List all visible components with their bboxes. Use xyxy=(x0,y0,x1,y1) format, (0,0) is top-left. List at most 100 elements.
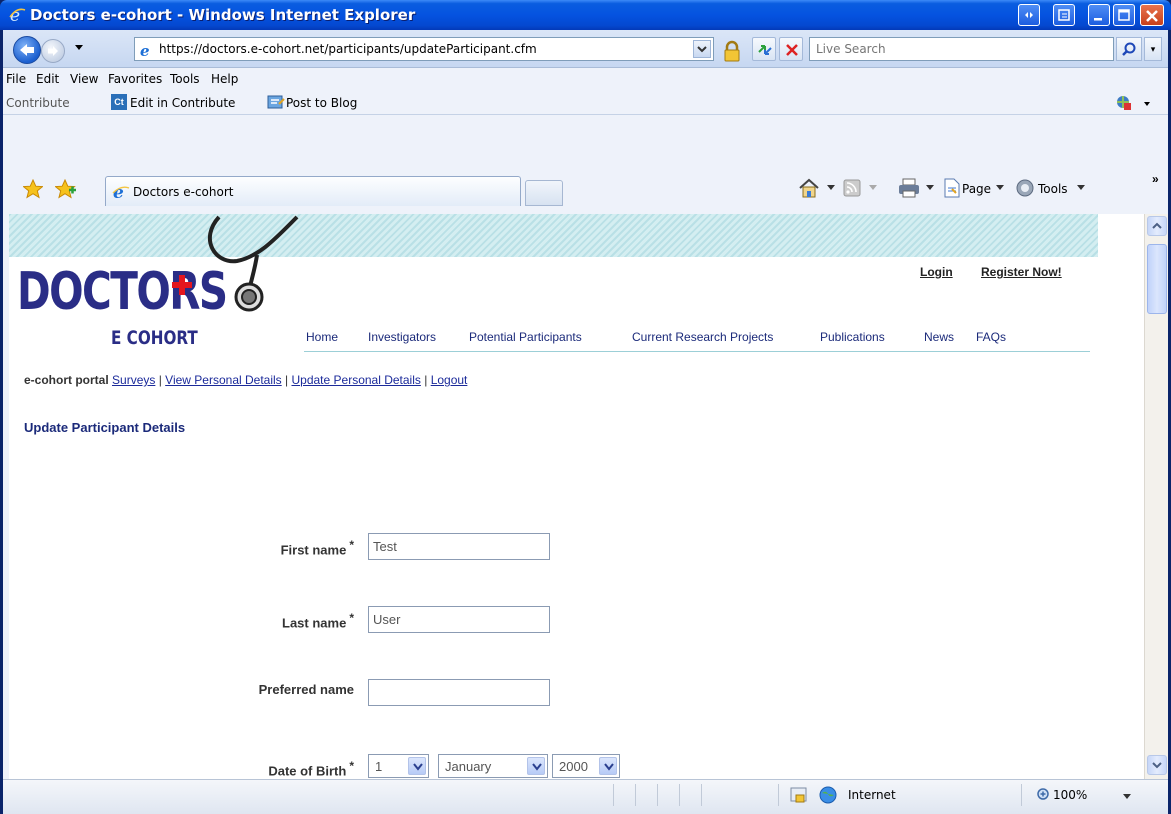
nav-news[interactable]: News xyxy=(924,330,954,344)
dob-day-dropdown[interactable] xyxy=(408,757,426,775)
preferred-name-field[interactable] xyxy=(368,679,550,706)
dob-year-value: 2000 xyxy=(559,759,588,774)
view-personal-details-link[interactable]: View Personal Details xyxy=(165,373,282,387)
page-menu-button[interactable]: Page xyxy=(962,182,991,196)
dob-year-dropdown[interactable] xyxy=(599,757,617,775)
menu-tools[interactable]: Tools xyxy=(170,72,200,86)
feeds-icon[interactable] xyxy=(843,179,861,197)
search-options-button[interactable]: ▾ xyxy=(1144,37,1162,61)
dob-year-select[interactable]: 2000 xyxy=(552,754,620,778)
post-to-blog-button[interactable]: Post to Blog xyxy=(286,96,357,110)
tools-dropdown-icon[interactable] xyxy=(1077,185,1085,191)
menu-help[interactable]: Help xyxy=(211,72,238,86)
forward-button[interactable] xyxy=(41,39,65,63)
page-dropdown-icon[interactable] xyxy=(996,185,1004,191)
print-dropdown-icon[interactable] xyxy=(926,185,934,191)
last-name-label: Last name * xyxy=(282,611,354,631)
minimize-button[interactable] xyxy=(1088,4,1110,26)
url-dropdown-button[interactable] xyxy=(693,40,711,58)
search-box[interactable] xyxy=(809,37,1114,61)
date-of-birth-label: Date of Birth * xyxy=(268,759,354,779)
scroll-down-button[interactable] xyxy=(1147,755,1167,775)
ie-page-icon: e xyxy=(112,183,130,201)
zoom-icon xyxy=(1037,788,1049,800)
menu-icon xyxy=(1058,9,1070,21)
nav-publications[interactable]: Publications xyxy=(820,330,885,344)
page-viewport: DOCTORS E COHORT Login Register Now! Hom… xyxy=(9,214,1144,779)
contribute-icon: Ct xyxy=(111,94,127,110)
nav-investigators[interactable]: Investigators xyxy=(368,330,436,344)
update-personal-details-link[interactable]: Update Personal Details xyxy=(291,373,420,387)
protected-mode-icon[interactable] xyxy=(790,786,808,804)
stop-button[interactable] xyxy=(779,37,803,61)
surveys-link[interactable]: Surveys xyxy=(112,373,155,387)
nav-current-research-projects[interactable]: Current Research Projects xyxy=(632,330,773,344)
required-asterisk: * xyxy=(349,759,354,773)
vertical-scrollbar[interactable] xyxy=(1144,214,1168,779)
login-link[interactable]: Login xyxy=(920,265,953,279)
internet-globe-icon xyxy=(819,786,837,804)
scroll-thumb[interactable] xyxy=(1147,244,1167,314)
add-favorite-icon[interactable] xyxy=(55,179,77,199)
logout-link[interactable]: Logout xyxy=(431,373,468,387)
ie-logo-icon: e xyxy=(9,6,26,24)
page-menu-icon[interactable] xyxy=(943,178,961,198)
address-bar: e https://doctors.e-cohort.net/participa… xyxy=(3,30,1168,68)
dob-day-value: 1 xyxy=(375,759,383,774)
nav-home[interactable]: Home xyxy=(306,330,338,344)
nav-faqs[interactable]: FAQs xyxy=(976,330,1006,344)
first-name-field[interactable] xyxy=(368,533,550,560)
print-icon[interactable] xyxy=(898,178,920,198)
dob-day-select[interactable]: 1 xyxy=(368,754,429,778)
last-name-field[interactable] xyxy=(368,606,550,633)
blog-icon xyxy=(267,95,285,109)
close-icon xyxy=(1146,10,1158,22)
contribute-label: Contribute xyxy=(6,96,70,110)
zoom-level[interactable]: 100% xyxy=(1053,788,1087,802)
edit-in-contribute-button[interactable]: Edit in Contribute xyxy=(130,96,235,110)
dob-month-select[interactable]: January xyxy=(438,754,548,778)
chevron-down-icon xyxy=(413,763,423,771)
extra-window-button-2[interactable] xyxy=(1053,4,1075,26)
contribute-options-icon[interactable] xyxy=(1115,94,1155,112)
search-input[interactable] xyxy=(810,38,1113,60)
status-divider xyxy=(778,784,779,806)
dob-month-dropdown[interactable] xyxy=(527,757,545,775)
recent-pages-dropdown-icon[interactable] xyxy=(75,45,83,51)
favorites-star-icon[interactable] xyxy=(23,179,43,199)
menu-favorites[interactable]: Favorites xyxy=(108,72,162,86)
separator: | xyxy=(155,373,166,387)
close-button[interactable] xyxy=(1140,4,1164,26)
scroll-up-button[interactable] xyxy=(1147,216,1167,236)
menu-view[interactable]: View xyxy=(70,72,98,86)
refresh-button[interactable] xyxy=(752,37,776,61)
feeds-dropdown-icon[interactable] xyxy=(869,185,877,191)
site-logo-main[interactable]: DOCTORS xyxy=(17,266,228,318)
url-field[interactable]: e https://doctors.e-cohort.net/participa… xyxy=(134,37,714,61)
contribute-toolbar: Contribute Ct Edit in Contribute Post to… xyxy=(3,90,1168,115)
refresh-icon xyxy=(758,45,772,55)
back-button[interactable] xyxy=(13,36,41,64)
menu-edit[interactable]: Edit xyxy=(36,72,59,86)
tab-doctors-ecohort[interactable]: e Doctors e-cohort xyxy=(105,176,521,206)
register-now-link[interactable]: Register Now! xyxy=(981,265,1062,279)
lock-icon[interactable] xyxy=(721,40,743,62)
zoom-dropdown-icon[interactable] xyxy=(1123,794,1131,800)
window-titlebar[interactable]: e Doctors e-cohort - Windows Internet Ex… xyxy=(0,0,1171,30)
search-button[interactable] xyxy=(1116,37,1142,61)
home-icon[interactable] xyxy=(798,177,822,199)
home-dropdown-icon[interactable] xyxy=(827,185,835,191)
maximize-button[interactable] xyxy=(1113,4,1135,26)
status-divider xyxy=(657,784,658,806)
extra-window-button[interactable] xyxy=(1018,4,1040,26)
more-commands-chevron-icon[interactable]: » xyxy=(1152,172,1159,186)
tools-menu-button[interactable]: Tools xyxy=(1038,182,1068,196)
window-title: Doctors e-cohort - Windows Internet Expl… xyxy=(30,6,416,24)
chevron-down-icon xyxy=(697,46,707,53)
tab-title: Doctors e-cohort xyxy=(133,185,234,199)
new-tab-button[interactable] xyxy=(525,180,563,206)
nav-potential-participants[interactable]: Potential Participants xyxy=(469,330,582,344)
header-banner xyxy=(9,214,1098,257)
menu-file[interactable]: File xyxy=(6,72,26,86)
gear-icon[interactable] xyxy=(1015,178,1035,198)
